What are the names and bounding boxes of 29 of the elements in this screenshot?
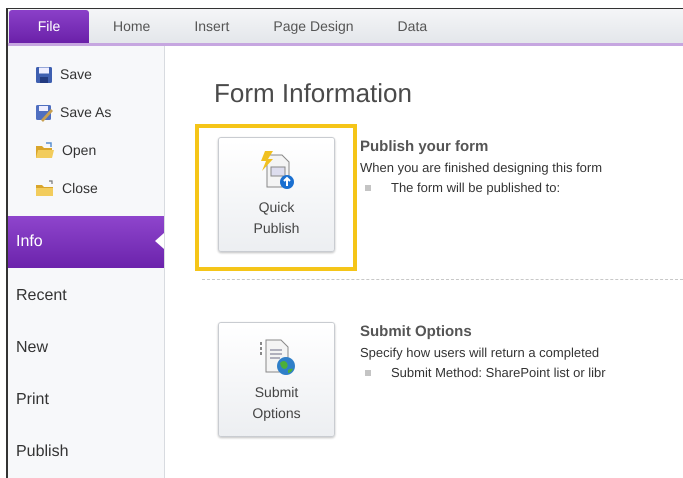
ribbon-tab[interactable]: Page Design: [258, 10, 369, 43]
large-command-button[interactable]: Quick Publish: [218, 137, 335, 252]
bullet-icon: [365, 185, 371, 191]
bullet-icon: [365, 370, 371, 376]
section-description: Specify how users will return a completed: [360, 344, 600, 362]
ribbon-tab[interactable]: Data: [382, 10, 442, 43]
section-title: Publish your form: [360, 137, 490, 157]
folder-icon: [35, 180, 55, 198]
open-folder-icon: [35, 142, 55, 160]
menu-page-tab[interactable]: Print: [8, 374, 164, 426]
bullet-text: Submit Method: SharePoint list or libr: [391, 364, 606, 382]
ribbon-tab[interactable]: Insert: [179, 10, 244, 43]
menu-command[interactable]: Close: [8, 170, 164, 208]
section-title: Submit Options: [360, 322, 473, 342]
page-title: Form Information: [214, 77, 413, 110]
menu-command[interactable]: Open: [8, 132, 164, 170]
document-lightning-upload-icon: [258, 150, 294, 190]
menu-page-tab[interactable]: Recent: [8, 270, 164, 322]
menu-command[interactable]: Save As: [8, 94, 164, 132]
menu-page-tab[interactable]: Publish: [8, 426, 164, 478]
bullet-text: The form will be published to:: [391, 179, 560, 197]
large-command-button[interactable]: Submit Options: [218, 322, 335, 437]
ribbon-tab[interactable]: File: [9, 10, 89, 43]
menu-command[interactable]: Save: [8, 56, 164, 94]
ribbon-tab[interactable]: Home: [98, 10, 166, 43]
floppy-disk-pencil-icon: [35, 104, 53, 122]
menu-page-tab[interactable]: Info: [8, 216, 164, 268]
menu-page-tab[interactable]: New: [8, 322, 164, 374]
section-description: When you are finished designing this form: [360, 159, 602, 177]
